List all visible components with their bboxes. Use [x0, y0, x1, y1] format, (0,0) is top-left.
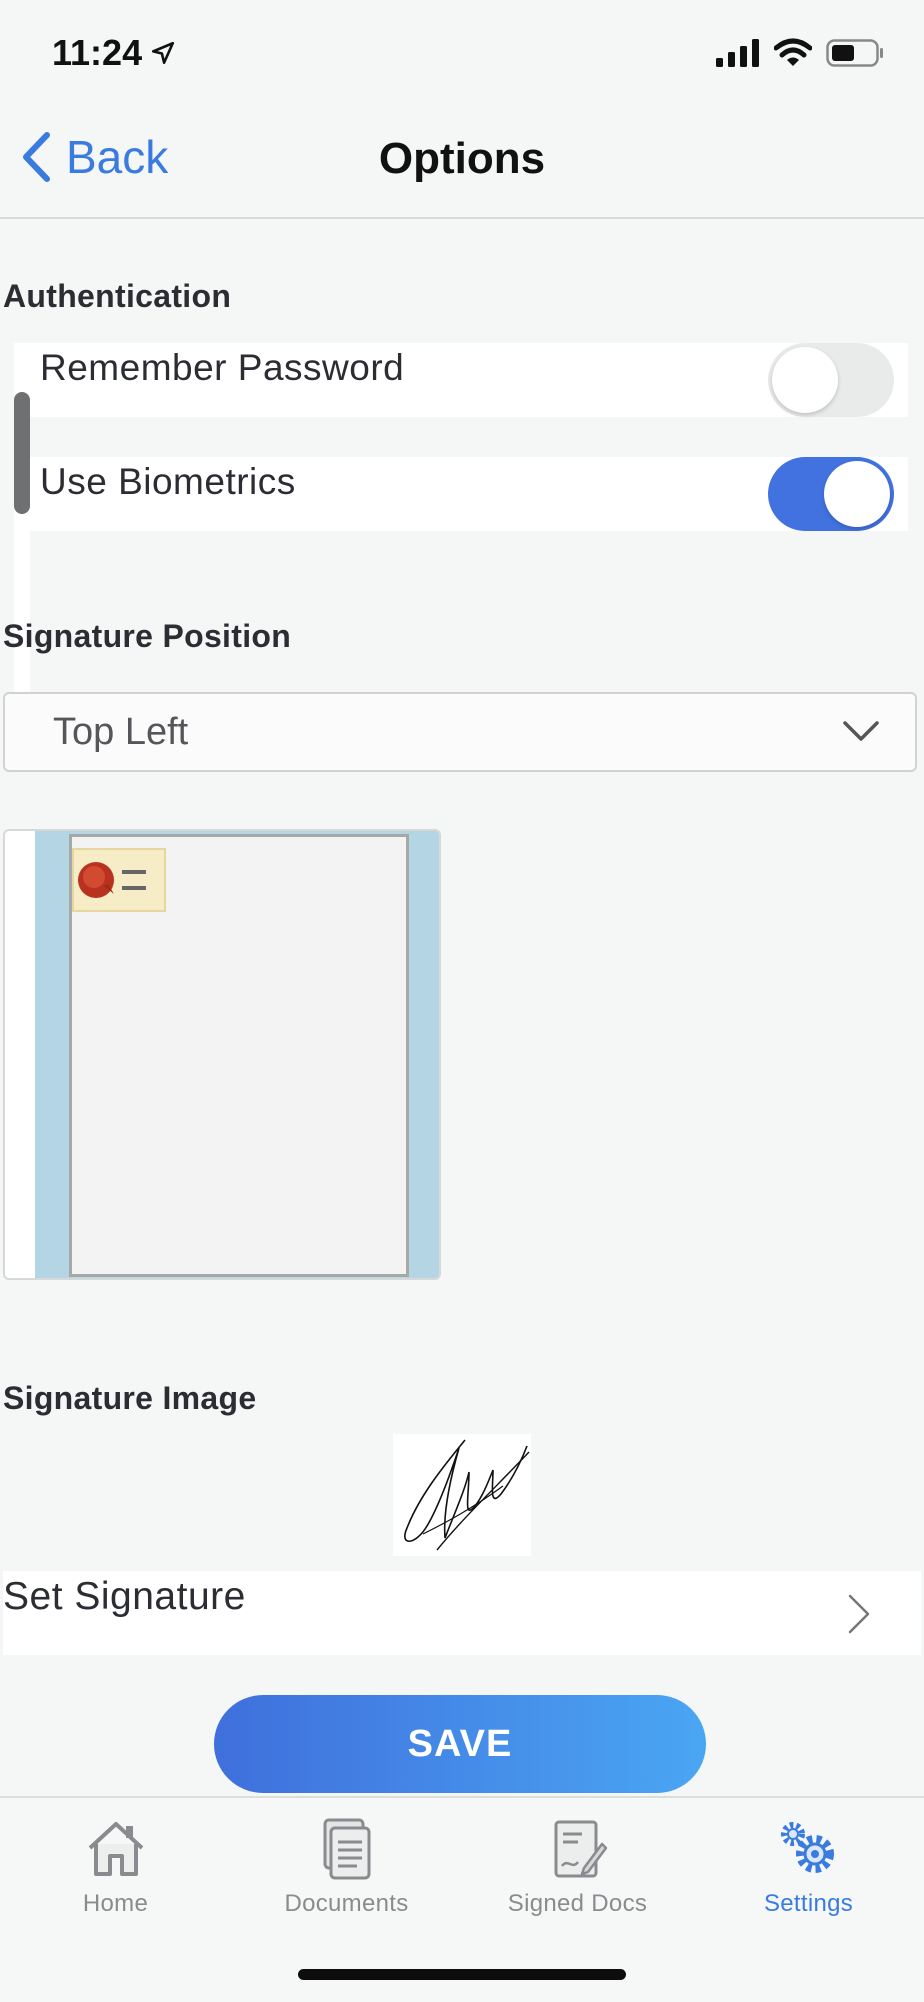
chevron-right-icon [848, 1594, 870, 1634]
scrollbar-thumb[interactable] [14, 392, 30, 514]
signature-image-heading: Signature Image [3, 1380, 257, 1416]
tab-label: Settings [763, 1890, 854, 1917]
set-signature-row[interactable]: Set Signature [3, 1571, 921, 1655]
use-biometrics-toggle[interactable] [768, 457, 894, 531]
tab-label: Signed Docs [507, 1890, 648, 1917]
chevron-down-icon [843, 721, 879, 741]
signature-position-preview [3, 829, 441, 1280]
use-biometrics-label: Use Biometrics [40, 461, 296, 502]
signed-docs-icon [554, 1820, 607, 1878]
save-button[interactable]: SAVE [214, 1695, 706, 1793]
authentication-heading: Authentication [3, 278, 232, 314]
selected-position: Top Left [53, 711, 189, 753]
settings-icon [780, 1822, 834, 1873]
tab-label: Home [82, 1890, 149, 1917]
home-indicator [298, 1969, 626, 1980]
signature-position-heading: Signature Position [3, 618, 292, 654]
tab-home[interactable]: Home [0, 1818, 231, 1918]
signature-drawing-icon [404, 1439, 530, 1551]
documents-icon [323, 1818, 370, 1880]
remember-password-label: Remember Password [40, 347, 405, 388]
signature-stamp-icon [72, 848, 166, 912]
tab-signed-docs[interactable]: Signed Docs [462, 1818, 693, 1918]
signature-position-select[interactable]: Top Left [3, 692, 917, 772]
signature-image [393, 1434, 531, 1556]
remember-password-toggle[interactable] [768, 343, 894, 417]
navigation-bar [0, 0, 924, 219]
tab-settings[interactable]: Settings [693, 1818, 924, 1918]
toggle-knob [824, 461, 890, 527]
tab-label: Documents [284, 1890, 409, 1917]
tab-documents[interactable]: Documents [231, 1818, 462, 1918]
remember-password-row: Remember Password [14, 343, 908, 417]
set-signature-label: Set Signature [3, 1575, 246, 1618]
home-icon [88, 1822, 143, 1876]
page-title: Options [378, 134, 546, 183]
toggle-knob [772, 347, 838, 413]
use-biometrics-row: Use Biometrics [14, 457, 908, 531]
